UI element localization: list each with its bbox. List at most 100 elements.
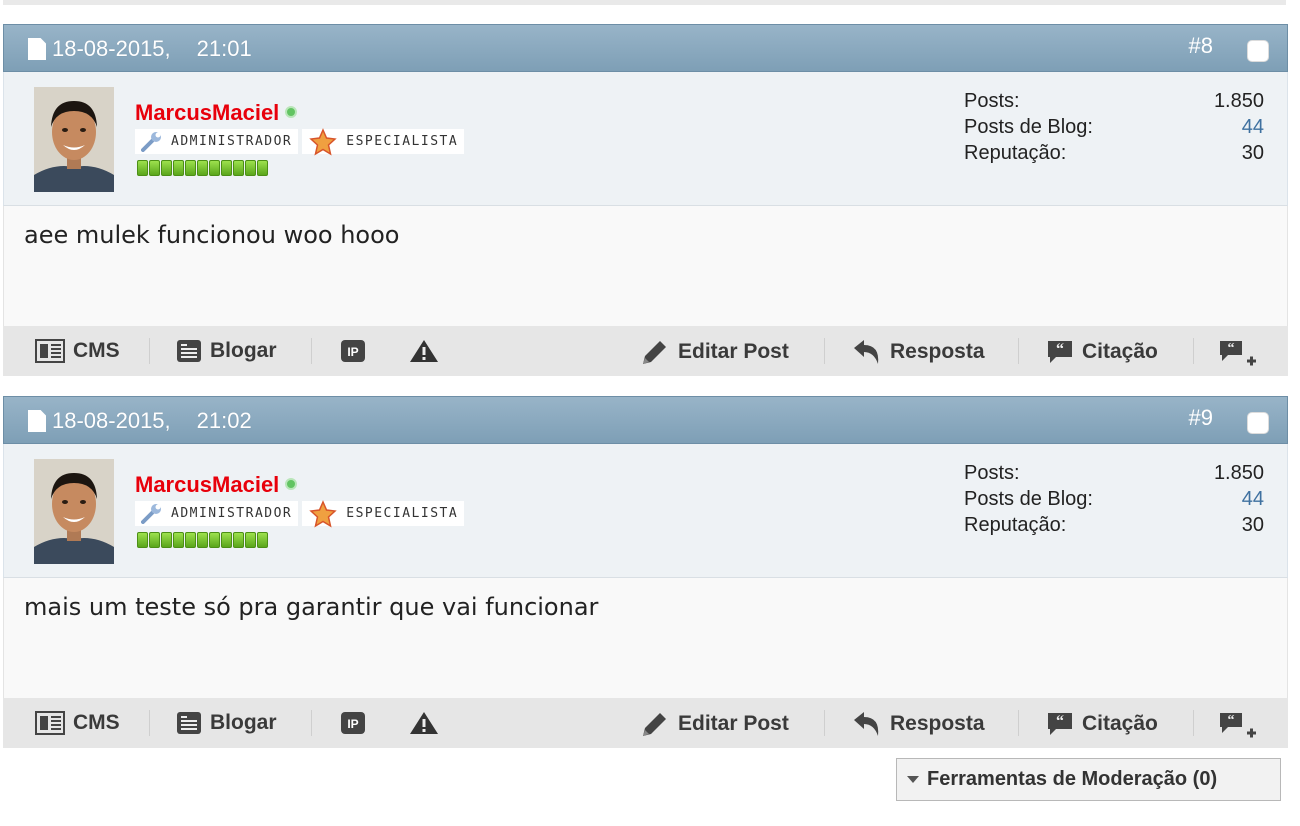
stat-label: Reputação: — [964, 514, 1067, 536]
rank-especialista: ESPECIALISTA — [302, 499, 465, 528]
stat-label: Posts de Blog: — [964, 488, 1093, 510]
multiquote-button[interactable]: “ — [1218, 711, 1266, 739]
username-text: MarcusMaciel — [135, 472, 280, 497]
rank-administrador: ADMINISTRADOR — [135, 129, 299, 154]
cms-label: CMS — [73, 711, 120, 734]
quote-icon: “ — [1048, 341, 1072, 363]
warning-icon — [410, 340, 438, 362]
post-content: aee mulek funcionou woo hooo — [3, 206, 1288, 326]
star-icon — [309, 127, 337, 156]
svg-text:IP: IP — [347, 717, 358, 731]
post-select-checkbox[interactable] — [1247, 412, 1269, 434]
blogar-button[interactable]: Blogar — [176, 339, 277, 363]
multiquote-button[interactable]: “ — [1218, 339, 1266, 367]
edit-post-label: Editar Post — [678, 712, 789, 735]
user-ranks: ADMINISTRADOR ESPECIALISTA — [135, 127, 465, 156]
reply-button[interactable]: Resposta — [852, 711, 985, 737]
warning-icon — [410, 712, 438, 734]
stat-value: 1.850 — [1213, 462, 1264, 484]
avatar[interactable] — [34, 459, 114, 564]
svg-text:“: “ — [1228, 713, 1235, 728]
edit-post-button[interactable]: Editar Post — [640, 711, 789, 737]
cms-button[interactable]: CMS — [35, 339, 120, 363]
rank1-label: ADMINISTRADOR — [171, 134, 293, 149]
stat-value: 1.850 — [1213, 90, 1264, 112]
cms-label: CMS — [73, 339, 120, 362]
cms-button[interactable]: CMS — [35, 711, 120, 735]
edit-post-button[interactable]: Editar Post — [640, 339, 789, 365]
post-9: 18-08-2015, 21:02 #9 MarcusMaciel ADMINI… — [3, 396, 1288, 748]
blog-posts-link[interactable]: 44 — [1242, 486, 1264, 512]
stat-label: Reputação: — [964, 142, 1067, 164]
post-date: 18-08-2015, 21:02 — [28, 408, 252, 434]
svg-text:“: “ — [1056, 341, 1064, 358]
blog-icon — [177, 712, 201, 734]
post-controls: CMS Blogar IP Editar Post Resposta “ Cit… — [3, 698, 1288, 748]
user-stats: Posts: 1.850 Posts de Blog: 44 Reputação: 3… — [964, 88, 1264, 166]
report-button[interactable] — [409, 339, 447, 363]
online-status-icon — [285, 106, 298, 118]
post-8: 18-08-2015, 21:01 #8 MarcusMaciel ADMINI… — [3, 24, 1288, 376]
online-status-icon — [285, 478, 298, 490]
ip-button[interactable]: IP — [340, 339, 374, 363]
edit-post-label: Editar Post — [678, 340, 789, 363]
post-controls: CMS Blogar IP Editar Post Resposta “ Cit… — [3, 326, 1288, 376]
moderation-tools-label: Ferramentas de Moderação (0) — [927, 768, 1218, 790]
blog-icon — [177, 340, 201, 362]
rank1-label: ADMINISTRADOR — [171, 506, 293, 521]
post-date-text: 18-08-2015, — [52, 408, 171, 433]
rank2-label: ESPECIALISTA — [346, 134, 459, 149]
wrench-icon — [141, 503, 161, 524]
post-date: 18-08-2015, 21:01 — [28, 36, 252, 62]
quote-button[interactable]: “ Citação — [1046, 711, 1158, 737]
svg-text:“: “ — [1056, 713, 1064, 730]
user-stats: Posts: 1.850 Posts de Blog: 44 Reputação: 3… — [964, 460, 1264, 538]
reply-arrow-icon — [854, 712, 879, 736]
multiquote-icon: “ — [1220, 713, 1256, 738]
post-header: 18-08-2015, 21:02 #9 — [3, 396, 1288, 444]
rank2-label: ESPECIALISTA — [346, 506, 459, 521]
stat-value: 30 — [1241, 142, 1264, 164]
reputation-bar — [137, 160, 268, 176]
newspaper-icon — [35, 711, 65, 735]
quote-icon: “ — [1048, 713, 1072, 735]
stat-value: 30 — [1241, 514, 1264, 536]
username-text: MarcusMaciel — [135, 100, 280, 125]
username-link[interactable]: MarcusMaciel — [135, 472, 298, 498]
document-icon — [28, 38, 46, 60]
report-button[interactable] — [409, 711, 447, 735]
stat-label: Posts: — [964, 90, 1020, 112]
reputation-bar — [137, 532, 268, 548]
pencil-icon — [643, 341, 666, 364]
post-select-checkbox[interactable] — [1247, 40, 1269, 62]
user-info: MarcusMaciel ADMINISTRADOR ESPECIALISTA … — [3, 72, 1288, 206]
blogar-label: Blogar — [210, 339, 277, 362]
svg-text:“: “ — [1228, 341, 1235, 356]
wrench-icon — [141, 131, 161, 152]
ip-icon: IP — [341, 340, 365, 362]
multiquote-icon: “ — [1220, 341, 1256, 366]
post-date-text: 18-08-2015, — [52, 36, 171, 61]
post-number-link[interactable]: #8 — [1189, 33, 1213, 59]
blogar-button[interactable]: Blogar — [176, 711, 277, 735]
moderation-tools-button[interactable]: Ferramentas de Moderação (0) — [896, 758, 1281, 801]
ip-button[interactable]: IP — [340, 711, 374, 735]
newspaper-icon — [35, 339, 65, 363]
post-time: 21:01 — [196, 36, 252, 61]
stat-label: Posts: — [964, 462, 1020, 484]
user-ranks: ADMINISTRADOR ESPECIALISTA — [135, 499, 465, 528]
avatar[interactable] — [34, 87, 114, 192]
star-icon — [309, 499, 337, 528]
rank-especialista: ESPECIALISTA — [302, 127, 465, 156]
quote-button[interactable]: “ Citação — [1046, 339, 1158, 365]
reply-button[interactable]: Resposta — [852, 339, 985, 365]
post-content: mais um teste só pra garantir que vai fu… — [3, 578, 1288, 698]
stat-label: Posts de Blog: — [964, 116, 1093, 138]
username-link[interactable]: MarcusMaciel — [135, 100, 298, 126]
user-info: MarcusMaciel ADMINISTRADOR ESPECIALISTA … — [3, 444, 1288, 578]
document-icon — [28, 410, 46, 432]
blog-posts-link[interactable]: 44 — [1242, 114, 1264, 140]
ip-icon: IP — [341, 712, 365, 734]
rank-administrador: ADMINISTRADOR — [135, 501, 299, 526]
post-number-link[interactable]: #9 — [1189, 405, 1213, 431]
